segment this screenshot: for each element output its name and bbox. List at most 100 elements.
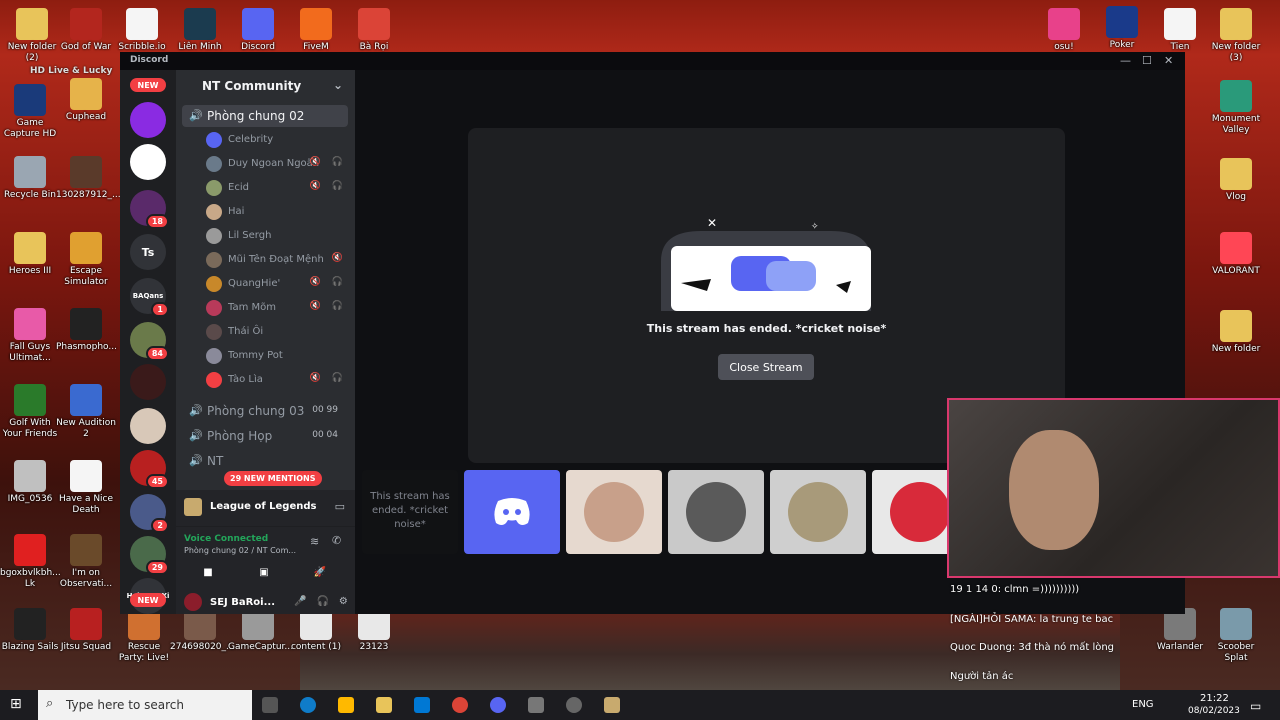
desktop-icon[interactable]: Recycle Bin (0, 156, 60, 201)
mail-icon[interactable] (414, 697, 430, 713)
desktop-icon[interactable]: Tien (1150, 8, 1210, 53)
desktop-icon[interactable]: Game Capture HD (0, 84, 60, 140)
desktop-icon[interactable]: content (1) (286, 608, 346, 653)
file-explorer-icon[interactable] (376, 697, 392, 713)
desktop-icon[interactable]: IMG_0536 (0, 460, 60, 505)
desktop-icon[interactable]: 274698020_... (170, 608, 235, 653)
user-controls[interactable]: 🎤🎧⚙ (294, 596, 358, 607)
screen-icon[interactable]: ▭ (335, 500, 345, 513)
server-icon[interactable]: Ts (130, 234, 166, 270)
edge-icon[interactable] (300, 697, 316, 713)
server-icon[interactable] (130, 102, 166, 138)
desktop-icon[interactable]: Have a Nice Death (56, 460, 116, 516)
desktop-icon[interactable]: Blazing Sails (0, 608, 60, 653)
desktop-icon[interactable]: Liên Minh (170, 8, 230, 53)
discord-tile[interactable] (464, 470, 560, 554)
voice-user[interactable]: Tào Lìa 🔇 🎧 (206, 369, 351, 391)
desktop-icon[interactable]: Scoober Splat (1206, 608, 1266, 664)
desktop-icon[interactable]: GameCaptur... (228, 608, 293, 653)
activity-button[interactable]: 🚀 (302, 567, 338, 583)
desktop-icon[interactable]: Phasmopho... (56, 308, 117, 353)
maximize-icon[interactable]: ☐ (1142, 54, 1152, 67)
lol-activity[interactable]: League of Legends ▭ (176, 490, 355, 526)
voice-user[interactable]: Thái Ôi (206, 321, 351, 343)
store-icon[interactable] (338, 697, 354, 713)
server-icon[interactable]: 29 (130, 536, 169, 575)
desktop-icon[interactable]: Heroes III (0, 232, 60, 277)
desktop-icon[interactable]: FiveM (286, 8, 346, 53)
new-mentions-pill[interactable]: 29 NEW MENTIONS (224, 471, 322, 486)
server-icon[interactable]: 45 (130, 450, 169, 489)
voice-user[interactable]: Hai (206, 201, 351, 223)
voice-channel[interactable]: 🔊 NT (182, 450, 348, 472)
clock-date[interactable]: 08/02/2023 (1188, 706, 1240, 716)
desktop-icon[interactable]: Scribble.io (112, 8, 172, 53)
chevron-down-icon[interactable]: ⌄ (333, 78, 343, 92)
server-icon[interactable]: BAQans 1 (130, 278, 169, 317)
participant-tile[interactable] (668, 470, 764, 554)
server-icon[interactable]: 2 (130, 494, 169, 533)
desktop-icon[interactable]: Fall Guys Ultimat... (0, 308, 60, 364)
search-box[interactable]: ⌕ Type here to search (38, 690, 252, 720)
clock-time[interactable]: 21:22 (1200, 693, 1229, 704)
server-icon[interactable] (130, 364, 166, 400)
desktop-icon[interactable]: New folder (2) (2, 8, 62, 64)
server-icon[interactable] (130, 144, 166, 180)
camera-button[interactable]: ■ (190, 567, 226, 583)
desktop-icon[interactable]: Monument Valley (1206, 80, 1266, 136)
disconnect-icon[interactable]: ✆ (332, 534, 341, 547)
voice-user[interactable]: Tommy Pot (206, 345, 351, 367)
noise-suppression-icon[interactable]: ≋ (310, 535, 319, 548)
desktop-icon[interactable]: I'm on Observati... (56, 534, 116, 590)
voice-channel[interactable]: 🔊 Phòng chung 03 00 99 (182, 400, 348, 422)
desktop-icon[interactable]: Bà Rọi (344, 8, 404, 53)
chrome-icon[interactable] (452, 697, 468, 713)
desktop-icon[interactable]: New folder (3) (1206, 8, 1266, 64)
windows-start-icon[interactable]: ⊞ (10, 696, 22, 712)
participant-tile[interactable] (770, 470, 866, 554)
desktop-icon[interactable]: Discord (228, 8, 288, 53)
desktop-icon[interactable]: bgoxbvlkbh... Lk (0, 534, 61, 590)
voice-user[interactable]: QuangHie' 🔇 🎧 (206, 273, 351, 295)
obs-icon[interactable] (566, 697, 582, 713)
desktop-icon[interactable]: New Audition 2 (56, 384, 116, 440)
desktop-icon[interactable]: Vlog (1206, 158, 1266, 203)
close-stream-button[interactable]: Close Stream (718, 354, 814, 380)
ended-stream-tile[interactable]: This stream has ended. *cricket noise* (362, 470, 458, 554)
task-view-icon[interactable] (262, 697, 278, 713)
screen-share-button[interactable]: ▣ (246, 567, 282, 583)
server-icon[interactable]: 18 (130, 190, 169, 229)
server-icon[interactable]: 84 (130, 322, 169, 361)
desktop-icon[interactable]: Escape Simulator (56, 232, 116, 288)
close-icon[interactable]: ✕ (1164, 54, 1173, 67)
desktop-icon[interactable]: 130287912_... (56, 156, 121, 201)
league-icon[interactable] (604, 697, 620, 713)
desktop-icon[interactable]: Golf With Your Friends (0, 384, 60, 440)
voice-user[interactable]: Mũi Tên Đoạt Mệnh 🔇 (206, 249, 351, 271)
desktop-icon[interactable]: Cuphead (56, 78, 116, 123)
desktop-icon[interactable]: 23123 (344, 608, 404, 653)
voice-channel[interactable]: 🔊 Phòng Họp 00 04 (182, 425, 348, 447)
discord-taskbar-icon[interactable] (490, 697, 506, 713)
language-indicator[interactable]: ENG (1132, 699, 1154, 710)
desktop-icon[interactable]: New folder (1206, 310, 1266, 355)
voice-channel[interactable]: 🔊 Phòng chung 02 (182, 105, 348, 127)
server-icon[interactable] (130, 408, 166, 444)
desktop-icon[interactable]: Warlander (1150, 608, 1210, 653)
voice-user[interactable]: Ecid 🔇 🎧 (206, 177, 351, 199)
voice-user[interactable]: Duy Ngoan Ngoãn 🔇 🎧 (206, 153, 351, 175)
voice-user[interactable]: Lil Sergh (206, 225, 351, 247)
desktop-icon[interactable]: VALORANT (1206, 232, 1266, 277)
desktop-icon[interactable]: Jitsu Squad (56, 608, 116, 653)
voice-user[interactable]: Tam Mõm 🔇 🎧 (206, 297, 351, 319)
desktop-icon[interactable]: Rescue Party: Live! (114, 608, 174, 664)
desktop-icon[interactable]: God of War (56, 8, 116, 53)
desktop-icon[interactable]: Poker (1092, 6, 1152, 51)
participant-tile[interactable] (566, 470, 662, 554)
server-header[interactable]: NT Community ⌄ (176, 70, 355, 102)
settings-icon[interactable] (528, 697, 544, 713)
desktop-icon[interactable]: osu! (1034, 8, 1094, 53)
voice-user[interactable]: Celebrity (206, 129, 351, 151)
notification-icon[interactable]: ▭ (1250, 699, 1261, 713)
voice-channel-link[interactable]: Phòng chung 02 / NT Com... (184, 546, 296, 555)
